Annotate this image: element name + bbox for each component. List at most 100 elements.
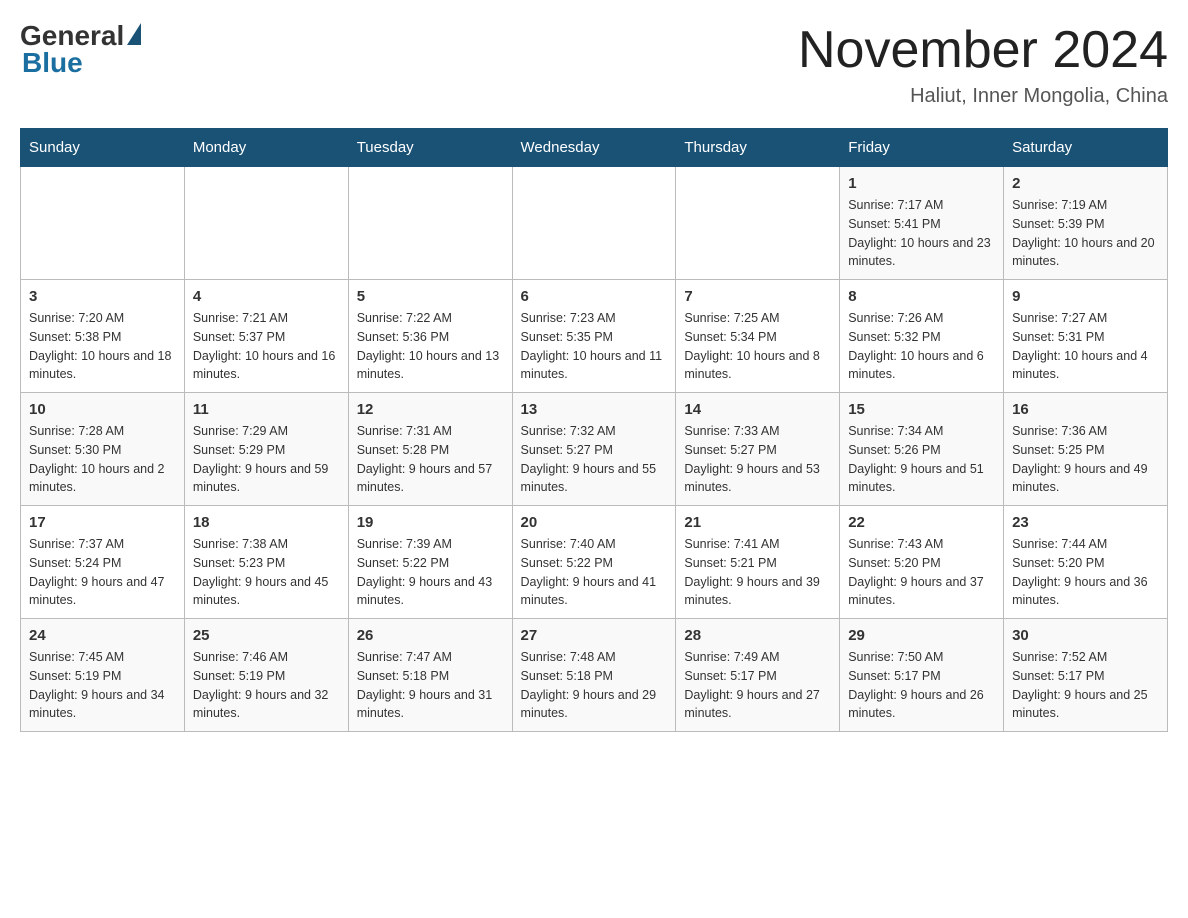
calendar-cell: 14 Sunrise: 7:33 AMSunset: 5:27 PMDayligh… [676, 393, 840, 506]
day-info: Sunrise: 7:37 AMSunset: 5:24 PMDaylight:… [29, 535, 176, 610]
day-number: 17 [29, 514, 176, 531]
col-sunday: Sunday [21, 129, 185, 167]
calendar-cell: 2 Sunrise: 7:19 AMSunset: 5:39 PMDaylight… [1004, 167, 1168, 280]
day-number: 27 [521, 627, 668, 644]
col-friday: Friday [840, 129, 1004, 167]
day-number: 11 [193, 401, 340, 418]
col-tuesday: Tuesday [348, 129, 512, 167]
day-number: 14 [684, 401, 831, 418]
calendar-cell: 11 Sunrise: 7:29 AMSunset: 5:29 PMDayligh… [184, 393, 348, 506]
day-info: Sunrise: 7:38 AMSunset: 5:23 PMDaylight:… [193, 535, 340, 610]
calendar-cell: 23 Sunrise: 7:44 AMSunset: 5:20 PMDayligh… [1004, 506, 1168, 619]
calendar-cell: 5 Sunrise: 7:22 AMSunset: 5:36 PMDaylight… [348, 280, 512, 393]
day-info: Sunrise: 7:31 AMSunset: 5:28 PMDaylight:… [357, 422, 504, 497]
day-number: 26 [357, 627, 504, 644]
calendar-cell: 21Sunrise: 7:41 AMSunset: 5:21 PMDayligh… [676, 506, 840, 619]
day-number: 2 [1012, 175, 1159, 192]
day-info: Sunrise: 7:20 AMSunset: 5:38 PMDaylight:… [29, 309, 176, 384]
calendar-cell [184, 167, 348, 280]
calendar-table: Sunday Monday Tuesday Wednesday Thursday… [20, 128, 1168, 732]
logo-blue-text: Blue [22, 47, 83, 79]
calendar-cell: 27 Sunrise: 7:48 AMSunset: 5:18 PMDayligh… [512, 619, 676, 732]
day-number: 6 [521, 288, 668, 305]
day-info: Sunrise: 7:44 AMSunset: 5:20 PMDaylight:… [1012, 535, 1159, 610]
calendar-cell: 30Sunrise: 7:52 AMSunset: 5:17 PMDayligh… [1004, 619, 1168, 732]
page-header: General Blue November 2024 Haliut, Inner… [20, 20, 1168, 108]
day-number: 23 [1012, 514, 1159, 531]
day-info: Sunrise: 7:27 AMSunset: 5:31 PMDaylight:… [1012, 309, 1159, 384]
day-number: 20 [521, 514, 668, 531]
calendar-header-row: Sunday Monday Tuesday Wednesday Thursday… [21, 129, 1168, 167]
calendar-cell: 17 Sunrise: 7:37 AMSunset: 5:24 PMDayligh… [21, 506, 185, 619]
col-wednesday: Wednesday [512, 129, 676, 167]
logo-arrow-icon [127, 23, 141, 45]
month-title: November 2024 [798, 20, 1168, 80]
day-info: Sunrise: 7:29 AMSunset: 5:29 PMDaylight:… [193, 422, 340, 497]
day-number: 19 [357, 514, 504, 531]
location-subtitle: Haliut, Inner Mongolia, China [798, 85, 1168, 108]
day-number: 12 [357, 401, 504, 418]
calendar-cell: 9 Sunrise: 7:27 AMSunset: 5:31 PMDaylight… [1004, 280, 1168, 393]
day-number: 3 [29, 288, 176, 305]
calendar-cell: 29 Sunrise: 7:50 AMSunset: 5:17 PMDayligh… [840, 619, 1004, 732]
calendar-cell: 1 Sunrise: 7:17 AMSunset: 5:41 PMDaylight… [840, 167, 1004, 280]
col-thursday: Thursday [676, 129, 840, 167]
day-number: 28 [684, 627, 831, 644]
calendar-cell: 12 Sunrise: 7:31 AMSunset: 5:28 PMDayligh… [348, 393, 512, 506]
calendar-week-5: 24 Sunrise: 7:45 AMSunset: 5:19 PMDayligh… [21, 619, 1168, 732]
day-number: 13 [521, 401, 668, 418]
calendar-cell: 20 Sunrise: 7:40 AMSunset: 5:22 PMDayligh… [512, 506, 676, 619]
day-number: 5 [357, 288, 504, 305]
day-info: Sunrise: 7:17 AMSunset: 5:41 PMDaylight:… [848, 196, 995, 271]
day-info: Sunrise: 7:21 AMSunset: 5:37 PMDaylight:… [193, 309, 340, 384]
day-info: Sunrise: 7:33 AMSunset: 5:27 PMDaylight:… [684, 422, 831, 497]
col-saturday: Saturday [1004, 129, 1168, 167]
title-area: November 2024 Haliut, Inner Mongolia, Ch… [798, 20, 1168, 108]
calendar-week-3: 10 Sunrise: 7:28 AMSunset: 5:30 PMDayligh… [21, 393, 1168, 506]
day-info: Sunrise: 7:46 AMSunset: 5:19 PMDaylight:… [193, 648, 340, 723]
day-info: Sunrise: 7:39 AMSunset: 5:22 PMDaylight:… [357, 535, 504, 610]
calendar-week-4: 17 Sunrise: 7:37 AMSunset: 5:24 PMDayligh… [21, 506, 1168, 619]
calendar-cell: 24 Sunrise: 7:45 AMSunset: 5:19 PMDayligh… [21, 619, 185, 732]
day-number: 4 [193, 288, 340, 305]
day-info: Sunrise: 7:49 AMSunset: 5:17 PMDaylight:… [684, 648, 831, 723]
day-number: 25 [193, 627, 340, 644]
calendar-cell: 13 Sunrise: 7:32 AMSunset: 5:27 PMDayligh… [512, 393, 676, 506]
day-info: Sunrise: 7:47 AMSunset: 5:18 PMDaylight:… [357, 648, 504, 723]
day-info: Sunrise: 7:28 AMSunset: 5:30 PMDaylight:… [29, 422, 176, 497]
day-info: Sunrise: 7:45 AMSunset: 5:19 PMDaylight:… [29, 648, 176, 723]
day-number: 22 [848, 514, 995, 531]
day-number: 1 [848, 175, 995, 192]
day-info: Sunrise: 7:19 AMSunset: 5:39 PMDaylight:… [1012, 196, 1159, 271]
day-info: Sunrise: 7:32 AMSunset: 5:27 PMDaylight:… [521, 422, 668, 497]
day-number: 9 [1012, 288, 1159, 305]
calendar-cell: 6Sunrise: 7:23 AMSunset: 5:35 PMDaylight… [512, 280, 676, 393]
calendar-cell: 18 Sunrise: 7:38 AMSunset: 5:23 PMDayligh… [184, 506, 348, 619]
day-info: Sunrise: 7:50 AMSunset: 5:17 PMDaylight:… [848, 648, 995, 723]
day-number: 7 [684, 288, 831, 305]
day-info: Sunrise: 7:26 AMSunset: 5:32 PMDaylight:… [848, 309, 995, 384]
calendar-cell: 15Sunrise: 7:34 AMSunset: 5:26 PMDayligh… [840, 393, 1004, 506]
calendar-cell [676, 167, 840, 280]
calendar-cell: 19 Sunrise: 7:39 AMSunset: 5:22 PMDayligh… [348, 506, 512, 619]
day-info: Sunrise: 7:40 AMSunset: 5:22 PMDaylight:… [521, 535, 668, 610]
day-info: Sunrise: 7:34 AMSunset: 5:26 PMDaylight:… [848, 422, 995, 497]
day-info: Sunrise: 7:41 AMSunset: 5:21 PMDaylight:… [684, 535, 831, 610]
calendar-week-2: 3 Sunrise: 7:20 AMSunset: 5:38 PMDaylight… [21, 280, 1168, 393]
day-number: 18 [193, 514, 340, 531]
day-number: 16 [1012, 401, 1159, 418]
day-info: Sunrise: 7:48 AMSunset: 5:18 PMDaylight:… [521, 648, 668, 723]
day-number: 24 [29, 627, 176, 644]
day-info: Sunrise: 7:52 AMSunset: 5:17 PMDaylight:… [1012, 648, 1159, 723]
calendar-cell: 28 Sunrise: 7:49 AMSunset: 5:17 PMDayligh… [676, 619, 840, 732]
calendar-cell: 7Sunrise: 7:25 AMSunset: 5:34 PMDaylight… [676, 280, 840, 393]
calendar-cell [512, 167, 676, 280]
calendar-week-1: 1 Sunrise: 7:17 AMSunset: 5:41 PMDaylight… [21, 167, 1168, 280]
day-number: 10 [29, 401, 176, 418]
day-info: Sunrise: 7:22 AMSunset: 5:36 PMDaylight:… [357, 309, 504, 384]
day-number: 29 [848, 627, 995, 644]
calendar-cell: 16Sunrise: 7:36 AMSunset: 5:25 PMDayligh… [1004, 393, 1168, 506]
calendar-cell: 25 Sunrise: 7:46 AMSunset: 5:19 PMDayligh… [184, 619, 348, 732]
calendar-cell: 22Sunrise: 7:43 AMSunset: 5:20 PMDayligh… [840, 506, 1004, 619]
logo: General Blue [20, 20, 141, 79]
